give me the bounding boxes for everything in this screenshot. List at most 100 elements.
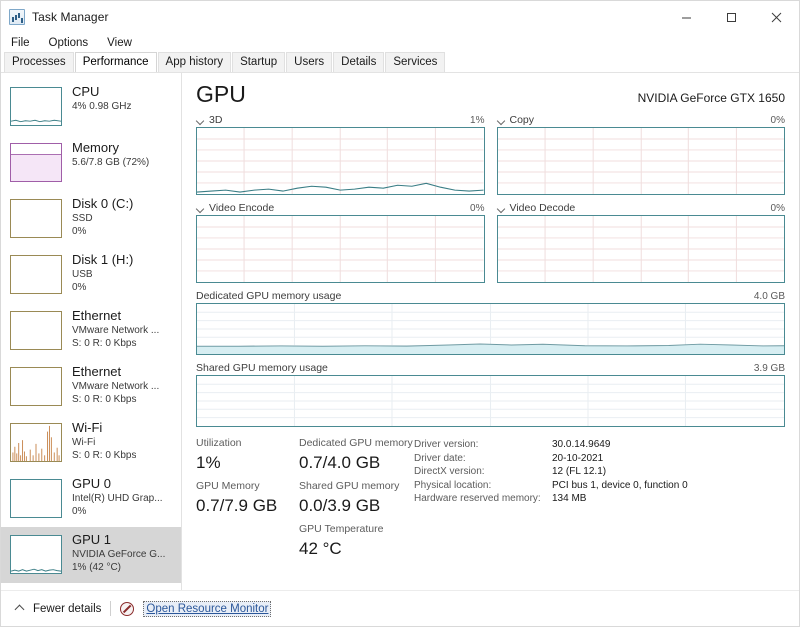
gpu-detail-panel: GPU NVIDIA GeForce GTX 1650 3D 1% (182, 73, 799, 590)
sidebar-item-text: Memory 5.6/7.8 GB (72%) (72, 139, 149, 169)
shared-memory-value: 0.0/3.9 GB (299, 494, 414, 517)
tab-startup[interactable]: Startup (232, 52, 285, 72)
stats-column-details: Driver version: 30.0.14.9649 Driver date… (414, 436, 785, 565)
resource-sidebar[interactable]: CPU 4% 0.98 GHz Memory 5.6/7.8 GB (72%) (1, 73, 182, 590)
graph-video-encode-value: 0% (470, 203, 484, 214)
sidebar-item-disk-1[interactable]: Disk 1 (H:) USB 0% (1, 247, 181, 303)
graph-block-dedicated-memory: Dedicated GPU memory usage 4.0 GB (196, 289, 785, 355)
graph-copy-labels[interactable]: Copy 0% (497, 113, 786, 127)
sidebar-sub1: 5.6/7.8 GB (72%) (72, 156, 149, 169)
sidebar-sub1: Intel(R) UHD Grap... (72, 492, 163, 505)
driver-date-key: Driver date: (414, 452, 552, 466)
sidebar-item-text: GPU 0 Intel(R) UHD Grap... 0% (72, 475, 163, 518)
graph-3d-labels[interactable]: 3D 1% (196, 113, 485, 127)
sidebar-label: GPU 0 (72, 476, 163, 492)
sidebar-item-disk-0[interactable]: Disk 0 (C:) SSD 0% (1, 191, 181, 247)
tab-performance[interactable]: Performance (75, 52, 157, 72)
chevron-down-icon[interactable] (497, 204, 506, 213)
tab-processes[interactable]: Processes (4, 52, 74, 72)
driver-version-key: Driver version: (414, 438, 552, 452)
hardware-reserved-key: Hardware reserved memory: (414, 492, 552, 506)
sidebar-label: Disk 1 (H:) (72, 252, 133, 268)
sidebar-item-gpu-0[interactable]: GPU 0 Intel(R) UHD Grap... 0% (1, 471, 181, 527)
menu-item-file[interactable]: File (9, 34, 39, 52)
sidebar-sub2: 1% (42 °C) (72, 561, 165, 574)
dedicated-memory-value: 0.7/4.0 GB (299, 451, 414, 474)
chevron-down-icon[interactable] (497, 116, 506, 125)
open-resource-monitor-link[interactable]: Open Resource Monitor (143, 601, 271, 617)
minimize-button[interactable] (664, 1, 709, 33)
tab-details[interactable]: Details (333, 52, 384, 72)
graph-video-encode-title: Video Encode (209, 202, 274, 214)
tab-app-history[interactable]: App history (158, 52, 232, 72)
fewer-details-button[interactable]: Fewer details (15, 603, 101, 615)
sidebar-label: Memory (72, 140, 149, 156)
graph-block-copy: Copy 0% (497, 113, 786, 195)
hardware-reserved-value: 134 MB (552, 492, 586, 506)
graph-row-2: Video Encode 0% (196, 201, 785, 283)
sidebar-item-text: GPU 1 NVIDIA GeForce G... 1% (42 °C) (72, 531, 165, 574)
graph-video-decode-value: 0% (771, 203, 785, 214)
graph-video-encode (196, 215, 485, 283)
sidebar-label: GPU 1 (72, 532, 165, 548)
physical-location-value: PCI bus 1, device 0, function 0 (552, 479, 688, 493)
menu-item-view[interactable]: View (105, 34, 141, 52)
detail-row: Hardware reserved memory: 134 MB (414, 492, 785, 506)
graph-copy-title: Copy (510, 114, 535, 126)
graph-video-decode-title: Video Decode (510, 202, 576, 214)
sidebar-sub1: SSD (72, 212, 133, 225)
sidebar-sub2: 0% (72, 281, 133, 294)
gpu1-thumbnail-graph (10, 535, 62, 574)
close-button[interactable] (754, 1, 799, 33)
driver-date-value: 20-10-2021 (552, 452, 603, 466)
sidebar-item-text: CPU 4% 0.98 GHz (72, 83, 131, 113)
graph-video-decode-labels[interactable]: Video Decode 0% (497, 201, 786, 215)
graph-video-encode-labels[interactable]: Video Encode 0% (196, 201, 485, 215)
gpu-temperature-value: 42 °C (299, 537, 414, 560)
sidebar-item-memory[interactable]: Memory 5.6/7.8 GB (72%) (1, 135, 181, 191)
sidebar-label: Ethernet (72, 308, 159, 324)
sidebar-item-ethernet-2[interactable]: Ethernet VMware Network ... S: 0 R: 0 Kb… (1, 359, 181, 415)
wifi-thumbnail-graph (10, 423, 62, 462)
sidebar-sub1: VMware Network ... (72, 324, 159, 337)
sidebar-sub1: NVIDIA GeForce G... (72, 548, 165, 561)
sidebar-item-cpu[interactable]: CPU 4% 0.98 GHz (1, 79, 181, 135)
tab-users[interactable]: Users (286, 52, 332, 72)
graph-3d-value: 1% (470, 115, 484, 126)
tab-services[interactable]: Services (385, 52, 445, 72)
sidebar-item-gpu-1[interactable]: GPU 1 NVIDIA GeForce G... 1% (42 °C) (1, 527, 181, 583)
sidebar-sub1: 4% 0.98 GHz (72, 100, 131, 113)
sidebar-sub2: 0% (72, 505, 163, 518)
chevron-down-icon[interactable] (196, 116, 205, 125)
sidebar-item-text: Ethernet VMware Network ... S: 0 R: 0 Kb… (72, 363, 159, 406)
cpu-thumbnail-graph (10, 87, 62, 126)
maximize-button[interactable] (709, 1, 754, 33)
gpu-temperature-label: GPU Temperature (299, 522, 414, 537)
sidebar-label: CPU (72, 84, 131, 100)
gpu-statistics: Utilization 1% GPU Memory 0.7/7.9 GB Ded… (196, 436, 785, 565)
dedicated-memory-title: Dedicated GPU memory usage (196, 290, 341, 302)
sidebar-item-text: Disk 0 (C:) SSD 0% (72, 195, 133, 238)
task-manager-window: Task Manager File Options View Processes… (0, 0, 800, 627)
sidebar-sub1: USB (72, 268, 133, 281)
shared-memory-label: Shared GPU memory (299, 479, 414, 494)
sidebar-item-ethernet-1[interactable]: Ethernet VMware Network ... S: 0 R: 0 Kb… (1, 303, 181, 359)
graph-3d (196, 127, 485, 195)
stats-column-2: Dedicated GPU memory 0.7/4.0 GB Shared G… (299, 436, 414, 565)
disk1-thumbnail-graph (10, 255, 62, 294)
graph-row-1: 3D 1% (196, 113, 785, 195)
sidebar-label: Wi-Fi (72, 420, 136, 436)
chevron-down-icon[interactable] (196, 204, 205, 213)
graph-block-3d: 3D 1% (196, 113, 485, 195)
graph-copy (497, 127, 786, 195)
graph-block-video-decode: Video Decode 0% (497, 201, 786, 283)
dedicated-memory-max: 4.0 GB (754, 291, 785, 302)
menu-item-options[interactable]: Options (47, 34, 98, 52)
fewer-details-label: Fewer details (33, 603, 101, 615)
title-bar: Task Manager (1, 1, 799, 33)
page-title: GPU (196, 81, 246, 107)
content-area: CPU 4% 0.98 GHz Memory 5.6/7.8 GB (72%) (1, 73, 799, 590)
sidebar-label: Ethernet (72, 364, 159, 380)
memory-thumbnail-graph (10, 143, 62, 182)
sidebar-item-wifi[interactable]: Wi-Fi Wi-Fi S: 0 R: 0 Kbps (1, 415, 181, 471)
